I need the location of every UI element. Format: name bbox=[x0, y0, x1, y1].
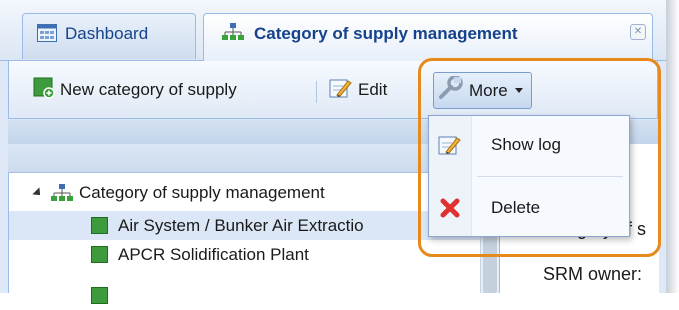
tab-strip: Dashboard Category of supply management … bbox=[0, 0, 666, 61]
tree-node-label: Air System / Bunker Air Extractio bbox=[118, 215, 364, 235]
hierarchy-icon bbox=[51, 183, 73, 203]
tab-active-label: Category of supply management bbox=[254, 24, 518, 43]
add-category-icon bbox=[33, 77, 55, 104]
tree-node-apcr-solidification[interactable]: APCR Solidification Plant bbox=[9, 240, 481, 269]
category-leaf-icon bbox=[91, 217, 108, 234]
hierarchy-icon bbox=[222, 22, 244, 45]
window-edge bbox=[666, 0, 679, 293]
highlight-outline bbox=[418, 58, 661, 257]
edit-label: Edit bbox=[358, 80, 388, 99]
tree-node-partial[interactable] bbox=[9, 281, 481, 310]
tab-dashboard-label: Dashboard bbox=[65, 24, 149, 43]
edit-button[interactable]: Edit bbox=[329, 75, 387, 105]
tree-node-air-system[interactable]: Air System / Bunker Air Extractio bbox=[9, 211, 481, 240]
category-leaf-icon bbox=[91, 246, 108, 263]
edit-icon bbox=[329, 77, 353, 104]
tree-root-node[interactable]: Category of supply management bbox=[9, 178, 481, 207]
tree-node-label: APCR Solidification Plant bbox=[118, 244, 309, 264]
tab-category-of-supply-management[interactable]: Category of supply management ✕ bbox=[203, 13, 653, 61]
tab-dashboard[interactable]: Dashboard bbox=[22, 13, 196, 59]
tree-root-label: Category of supply management bbox=[79, 182, 325, 202]
category-leaf-icon bbox=[91, 287, 108, 304]
new-category-button[interactable]: New category of supply bbox=[33, 75, 237, 105]
toolbar-separator bbox=[316, 81, 317, 103]
expand-collapse-icon[interactable] bbox=[32, 186, 44, 199]
category-tree: Category of supply management Air System… bbox=[8, 173, 481, 304]
details-srm-owner-label: SRM owner: bbox=[543, 264, 643, 284]
new-category-label: New category of supply bbox=[60, 80, 237, 99]
dashboard-icon bbox=[37, 24, 57, 45]
close-tab-icon[interactable]: ✕ bbox=[630, 24, 646, 40]
